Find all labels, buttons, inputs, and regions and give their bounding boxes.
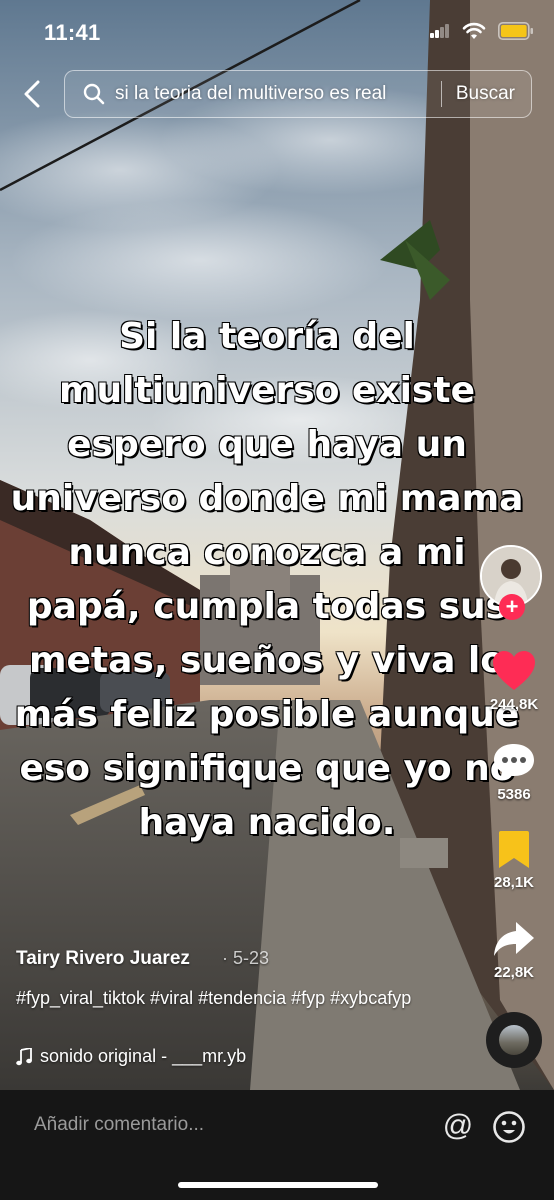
post-date-text: 5-23 [233,948,270,968]
like-count: 244,8K [489,696,539,713]
back-button[interactable] [16,78,48,110]
post-date: · 5-23 [222,948,269,969]
wifi-icon [462,22,486,39]
bookmark-icon [499,831,529,868]
sound-link[interactable]: sonido original - ___mr.yb [16,1046,246,1067]
author-name[interactable]: Tairy Rivero Juarez [16,948,190,970]
sound-name: sonido original - ___mr.yb [40,1046,247,1066]
share-arrow-icon [494,922,534,956]
comment-bar: Añadir comentario... @ [0,1090,554,1200]
share-count: 22,8K [493,964,535,981]
share-button[interactable]: 22,8K [474,920,554,981]
sound-disc-cover [499,1025,529,1055]
post-hashtags[interactable]: #fyp_viral_tiktok #viral #tendencia #fyp… [16,985,436,1012]
status-time: 11:41 [44,20,101,45]
search-bar[interactable]: si la teoria del multiverso es real Busc… [64,70,532,118]
search-button[interactable]: Buscar [456,83,515,105]
music-note-icon [16,1047,32,1065]
comment-count: 5386 [497,786,531,803]
heart-icon [493,651,535,690]
at-icon: @ [442,1109,474,1142]
battery-icon [498,22,533,40]
search-query[interactable]: si la teoria del multiverso es real [115,83,427,105]
comment-input[interactable]: Añadir comentario... [34,1114,204,1136]
home-indicator[interactable] [178,1182,378,1188]
plus-icon: + [505,594,519,619]
video-caption-overlay: Si la teoría del multiuniverso existe es… [10,315,524,843]
tiktok-video-screen: 11:41 si la teoria del multiverso es rea… [0,0,554,1200]
save-button[interactable]: 28,1K [474,830,554,891]
emoji-button[interactable] [492,1110,526,1144]
sound-disc[interactable] [486,1012,542,1068]
chevron-left-icon [24,80,40,108]
date-dot: · [222,948,233,968]
follow-button[interactable]: + [499,594,525,620]
save-count: 28,1K [493,874,535,891]
comment-icon [494,744,534,780]
mention-button[interactable]: @ [440,1108,476,1144]
comment-button[interactable]: 5386 [474,742,554,803]
like-button[interactable]: 244,8K [474,650,554,713]
signal-icon [430,24,449,38]
status-icons [430,22,534,40]
search-icon [83,83,105,105]
search-divider [440,81,442,107]
